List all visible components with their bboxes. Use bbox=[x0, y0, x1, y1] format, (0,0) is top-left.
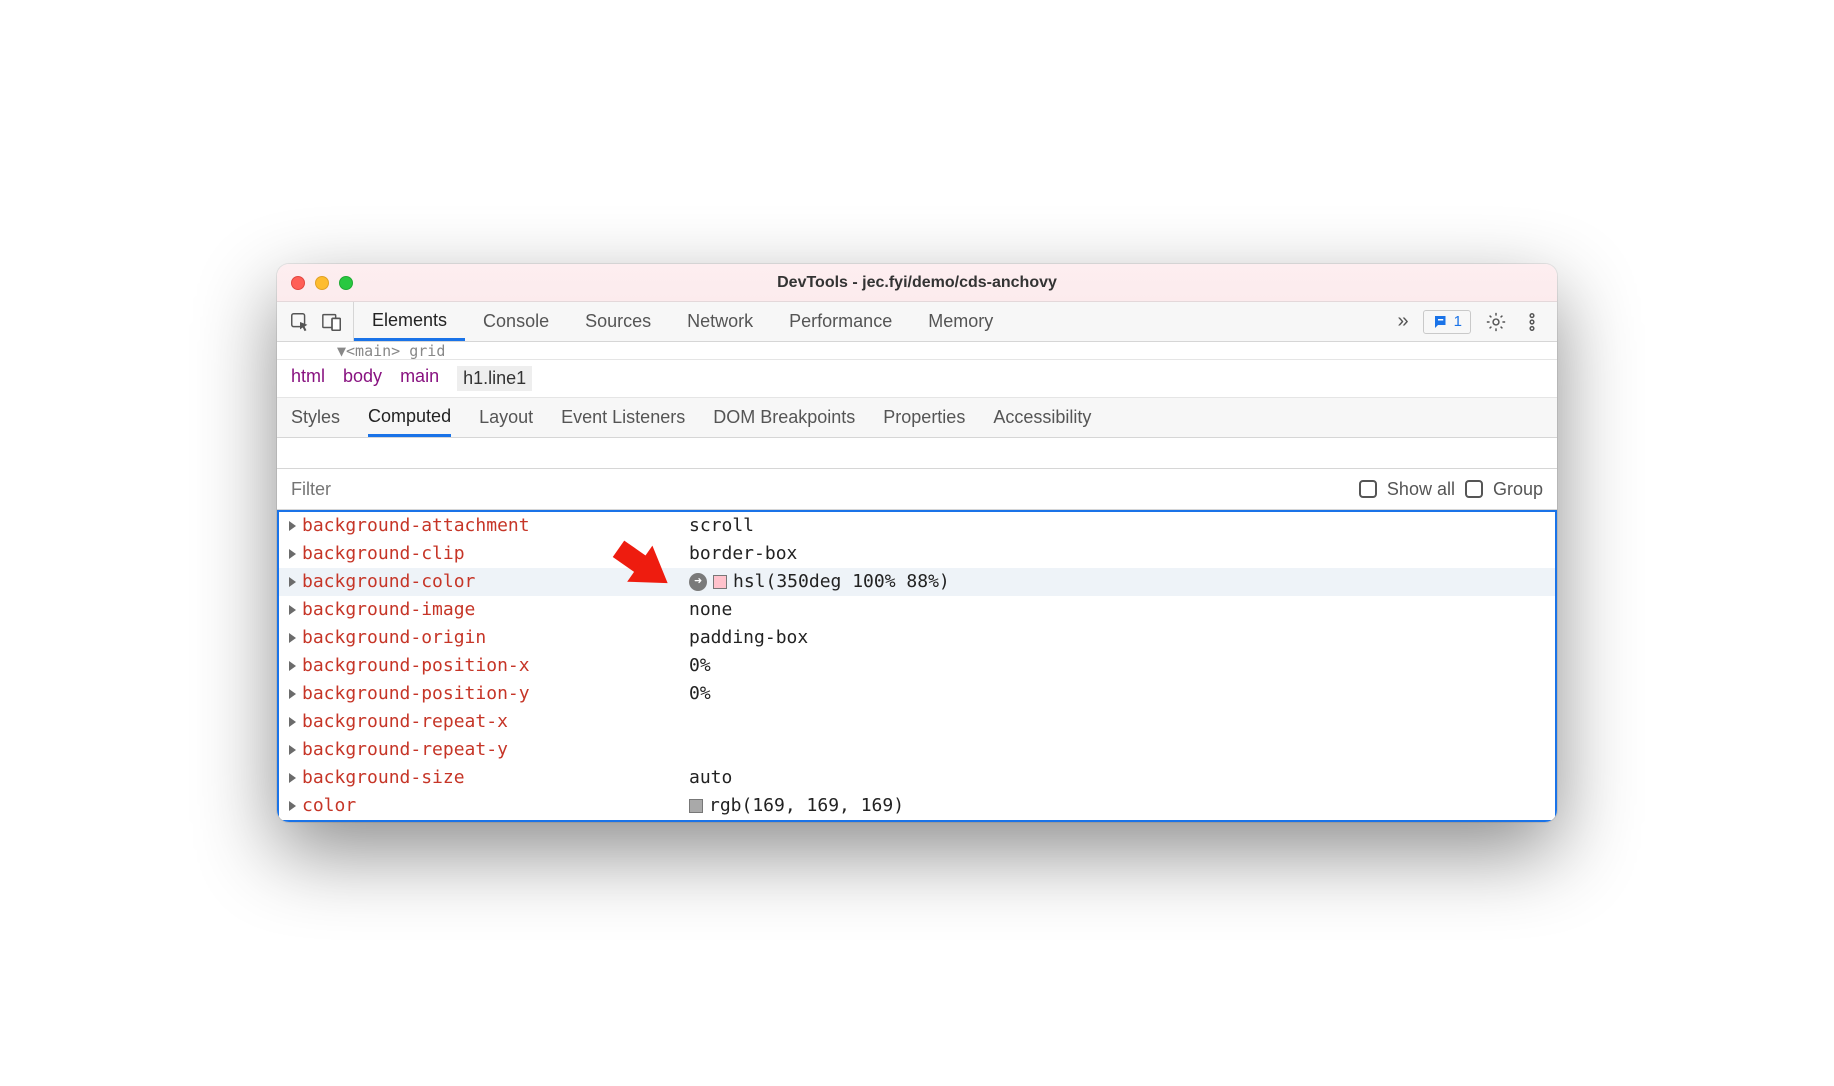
property-name: background-color bbox=[289, 568, 689, 596]
more-tabs-button[interactable]: » bbox=[1398, 310, 1409, 333]
property-value bbox=[689, 736, 1555, 764]
property-value: none bbox=[689, 596, 1555, 624]
inspect-element-icon[interactable] bbox=[289, 311, 311, 333]
show-all-checkbox[interactable] bbox=[1359, 480, 1377, 498]
maximize-window-button[interactable] bbox=[339, 276, 353, 290]
property-name: background-position-y bbox=[289, 680, 689, 708]
computed-properties-pane[interactable]: background-attachmentscrollbackground-cl… bbox=[277, 510, 1557, 822]
computed-property-row[interactable]: background-position-y0% bbox=[279, 680, 1555, 708]
property-name: background-attachment bbox=[289, 512, 689, 540]
window-title: DevTools - jec.fyi/demo/cds-anchovy bbox=[277, 274, 1557, 292]
property-value: scroll bbox=[689, 512, 1555, 540]
property-value: padding-box bbox=[689, 624, 1555, 652]
property-name: background-origin bbox=[289, 624, 689, 652]
computed-property-row[interactable]: background-repeat-x bbox=[279, 708, 1555, 736]
group-checkbox[interactable] bbox=[1465, 480, 1483, 498]
property-name: background-position-x bbox=[289, 652, 689, 680]
computed-filter-bar: Show all Group bbox=[277, 468, 1557, 510]
color-swatch[interactable] bbox=[713, 575, 727, 589]
property-name: background-image bbox=[289, 596, 689, 624]
main-tabs: Elements Console Sources Network Perform… bbox=[354, 302, 1011, 341]
sidebar-tab-strip: Styles Computed Layout Event Listeners D… bbox=[277, 398, 1557, 438]
expand-triangle-icon[interactable] bbox=[289, 605, 296, 615]
tab-memory[interactable]: Memory bbox=[910, 302, 1011, 341]
panel-tab-computed[interactable]: Computed bbox=[368, 398, 451, 437]
show-all-label: Show all bbox=[1387, 479, 1455, 500]
panel-tab-styles[interactable]: Styles bbox=[291, 398, 340, 437]
panel-tab-accessibility[interactable]: Accessibility bbox=[993, 398, 1091, 437]
property-value: rgb(169, 169, 169) bbox=[689, 792, 1555, 820]
computed-property-row[interactable]: background-attachmentscroll bbox=[279, 512, 1555, 540]
panel-tab-event-listeners[interactable]: Event Listeners bbox=[561, 398, 685, 437]
property-name: background-repeat-x bbox=[289, 708, 689, 736]
property-name: background-repeat-y bbox=[289, 736, 689, 764]
property-name: color bbox=[289, 792, 689, 820]
dom-tree-snippet[interactable]: ▼<main> grid bbox=[277, 342, 1557, 360]
computed-property-row[interactable]: background-color➜hsl(350deg 100% 88%) bbox=[279, 568, 1555, 596]
filter-input[interactable] bbox=[291, 479, 523, 500]
property-value: ➜hsl(350deg 100% 88%) bbox=[689, 568, 1555, 596]
navigate-arrow-icon[interactable]: ➜ bbox=[689, 573, 707, 591]
breadcrumb-item-selected[interactable]: h1.line1 bbox=[457, 366, 532, 391]
computed-property-row[interactable]: background-clipborder-box bbox=[279, 540, 1555, 568]
expand-triangle-icon[interactable] bbox=[289, 717, 296, 727]
expand-triangle-icon[interactable] bbox=[289, 745, 296, 755]
main-tab-strip: Elements Console Sources Network Perform… bbox=[277, 302, 1557, 342]
breadcrumb-item[interactable]: main bbox=[400, 366, 439, 391]
property-value: border-box bbox=[689, 540, 1555, 568]
property-name: background-clip bbox=[289, 540, 689, 568]
tab-elements[interactable]: Elements bbox=[354, 302, 465, 341]
breadcrumb-item[interactable]: body bbox=[343, 366, 382, 391]
expand-triangle-icon[interactable] bbox=[289, 577, 296, 587]
expand-triangle-icon[interactable] bbox=[289, 801, 296, 811]
property-value: 0% bbox=[689, 680, 1555, 708]
computed-property-row[interactable]: background-sizeauto bbox=[279, 764, 1555, 792]
titlebar: DevTools - jec.fyi/demo/cds-anchovy bbox=[277, 264, 1557, 302]
property-value bbox=[689, 708, 1555, 736]
window-controls bbox=[277, 276, 353, 290]
breadcrumb: html body main h1.line1 bbox=[277, 360, 1557, 398]
tab-console[interactable]: Console bbox=[465, 302, 567, 341]
device-toolbar-icon[interactable] bbox=[321, 311, 343, 333]
panel-tab-dom-breakpoints[interactable]: DOM Breakpoints bbox=[713, 398, 855, 437]
inspect-controls bbox=[283, 302, 354, 341]
color-swatch[interactable] bbox=[689, 799, 703, 813]
devtools-window: DevTools - jec.fyi/demo/cds-anchovy Elem… bbox=[277, 264, 1557, 822]
gear-icon[interactable] bbox=[1485, 311, 1507, 333]
panel-tab-properties[interactable]: Properties bbox=[883, 398, 965, 437]
expand-triangle-icon[interactable] bbox=[289, 521, 296, 531]
panel-tab-layout[interactable]: Layout bbox=[479, 398, 533, 437]
tab-sources[interactable]: Sources bbox=[567, 302, 669, 341]
expand-triangle-icon[interactable] bbox=[289, 633, 296, 643]
computed-property-row[interactable]: background-repeat-y bbox=[279, 736, 1555, 764]
expand-triangle-icon[interactable] bbox=[289, 661, 296, 671]
property-value: auto bbox=[689, 764, 1555, 792]
computed-property-row[interactable]: background-imagenone bbox=[279, 596, 1555, 624]
computed-property-row[interactable]: colorrgb(169, 169, 169) bbox=[279, 792, 1555, 820]
kebab-menu-icon[interactable] bbox=[1521, 311, 1543, 333]
group-label: Group bbox=[1493, 479, 1543, 500]
computed-property-row[interactable]: background-originpadding-box bbox=[279, 624, 1555, 652]
expand-triangle-icon[interactable] bbox=[289, 689, 296, 699]
property-name: background-size bbox=[289, 764, 689, 792]
issues-icon bbox=[1432, 313, 1450, 331]
computed-property-row[interactable]: background-position-x0% bbox=[279, 652, 1555, 680]
expand-triangle-icon[interactable] bbox=[289, 549, 296, 559]
tab-network[interactable]: Network bbox=[669, 302, 771, 341]
breadcrumb-item[interactable]: html bbox=[291, 366, 325, 391]
close-window-button[interactable] bbox=[291, 276, 305, 290]
expand-triangle-icon[interactable] bbox=[289, 773, 296, 783]
issues-count: 1 bbox=[1454, 313, 1462, 330]
issues-badge[interactable]: 1 bbox=[1423, 310, 1471, 334]
tab-performance[interactable]: Performance bbox=[771, 302, 910, 341]
property-value: 0% bbox=[689, 652, 1555, 680]
minimize-window-button[interactable] bbox=[315, 276, 329, 290]
